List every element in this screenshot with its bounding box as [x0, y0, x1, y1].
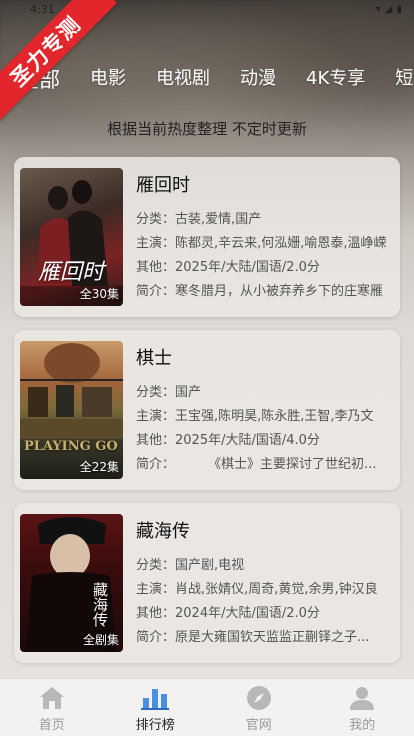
poster-title-art: PLAYING GO [24, 439, 118, 454]
signal-icon: ◢ [384, 3, 393, 15]
poster-image: PLAYING GO 全22集 [20, 341, 123, 479]
item-category: 分类：国产 [136, 385, 202, 400]
list-item[interactable]: 藏海传 全剧集 藏海传 分类：国产剧,电视 主演：肖战,张婧仪,周奇,黄觉,余男… [14, 503, 400, 663]
item-intro: 简介：寒冬腊月，从小被弃养乡下的庄寒雁 [136, 284, 384, 299]
nav-profile[interactable]: 我的 [311, 679, 414, 736]
item-title: 棋士 [136, 348, 172, 369]
user-icon [348, 685, 376, 711]
item-cast: 主演：陈都灵,辛云来,何泓姗,喻恩泰,温峥嵘 [136, 236, 387, 251]
nav-label: 首页 [38, 718, 65, 733]
tab-anime[interactable]: 动漫 [240, 64, 276, 90]
ranking-subtitle: 根据当前热度整理 不定时更新 [107, 120, 307, 138]
wifi-icon: ▾ [375, 3, 381, 15]
compass-icon [245, 685, 273, 711]
home-icon [38, 685, 66, 711]
tab-movies[interactable]: 电影 [90, 64, 126, 90]
battery-icon: ▮ [396, 3, 402, 15]
nav-label: 我的 [349, 718, 376, 733]
ranking-icon [141, 685, 170, 711]
tab-tv-series[interactable]: 电视剧 [156, 64, 210, 90]
nav-ranking[interactable]: 排行榜 [104, 679, 208, 736]
status-time: 4:31 [30, 2, 55, 16]
item-other: 其他：2025年/大陆/国语/4.0分 [136, 433, 320, 448]
bottom-navigation: 首页 排行榜 官网 我的 [0, 678, 414, 736]
nav-label: 排行榜 [135, 718, 175, 733]
item-title: 藏海传 [136, 521, 190, 542]
item-cast: 主演：王宝强,陈明昊,陈永胜,王智,李乃文 [136, 409, 374, 424]
item-info: 雁回时 分类：古装,爱情,国产 主演：陈都灵,辛云来,何泓姗,喻恩泰,温峥嵘 其… [136, 168, 392, 306]
nav-label: 官网 [245, 718, 272, 733]
tab-short[interactable]: 短 [395, 64, 413, 90]
episode-badge: 全剧集 [82, 633, 119, 647]
item-cast: 主演：肖战,张婧仪,周奇,黄觉,余男,钟汉良 [136, 582, 378, 597]
item-other: 其他：2024年/大陆/国语/2.0分 [136, 606, 320, 621]
item-title: 雁回时 [136, 175, 190, 196]
tab-4k[interactable]: 4K专享 [306, 64, 365, 90]
category-tabs: 全部 电影 电视剧 动漫 4K专享 短 [0, 64, 414, 104]
item-category: 分类：古装,爱情,国产 [136, 212, 262, 227]
item-intro: 简介： 《棋士》主要探讨了世纪初... [136, 457, 377, 472]
episode-badge: 全30集 [79, 287, 119, 301]
ranking-list: 雁回时 全30集 雁回时 分类：古装,爱情,国产 主演：陈都灵,辛云来,何泓姗,… [14, 157, 400, 676]
list-item[interactable]: PLAYING GO 全22集 棋士 分类：国产 主演：王宝强,陈明昊,陈永胜,… [14, 330, 400, 490]
list-item[interactable]: 雁回时 全30集 雁回时 分类：古装,爱情,国产 主演：陈都灵,辛云来,何泓姗,… [14, 157, 400, 317]
poster-image: 藏海传 全剧集 [20, 514, 123, 652]
nav-home[interactable]: 首页 [0, 679, 104, 736]
poster-image: 雁回时 全30集 [20, 168, 123, 306]
item-info: 棋士 分类：国产 主演：王宝强,陈明昊,陈永胜,王智,李乃文 其他：2025年/… [136, 341, 392, 479]
poster-title-art: 藏海传 [91, 582, 109, 627]
nav-official-site[interactable]: 官网 [207, 679, 311, 736]
episode-badge: 全22集 [79, 460, 119, 474]
item-other: 其他：2025年/大陆/国语/2.0分 [136, 260, 320, 275]
item-intro: 简介：原是大雍国钦天监监正蒯铎之子... [136, 630, 370, 645]
item-category: 分类：国产剧,电视 [136, 558, 245, 573]
item-info: 藏海传 分类：国产剧,电视 主演：肖战,张婧仪,周奇,黄觉,余男,钟汉良 其他：… [136, 514, 392, 652]
poster-title-art: 雁回时 [38, 260, 105, 285]
